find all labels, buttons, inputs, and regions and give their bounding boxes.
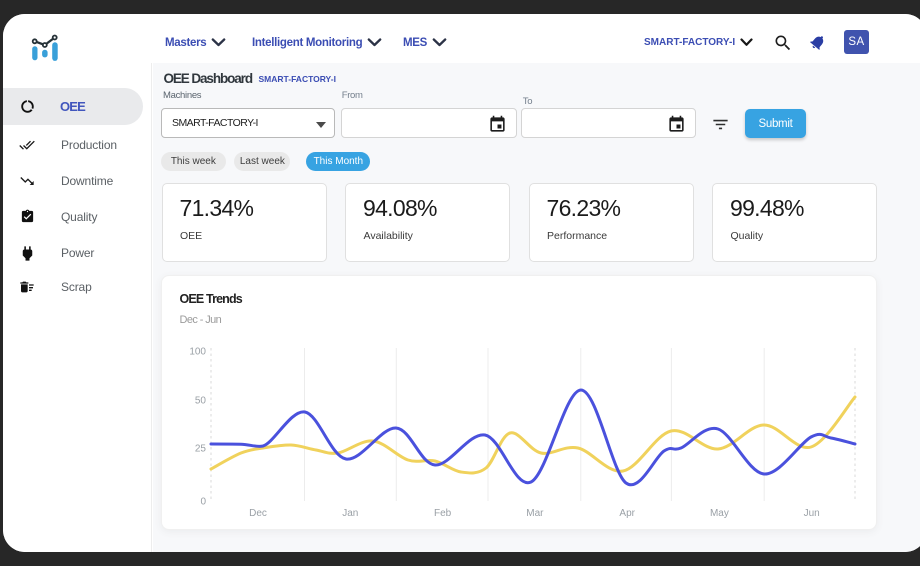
svg-text:Dec: Dec [249,508,267,519]
svg-text:Jan: Jan [342,508,358,519]
svg-text:Jun: Jun [804,508,820,519]
svg-text:Apr: Apr [619,508,635,519]
svg-text:25: 25 [195,444,207,455]
svg-text:Feb: Feb [434,508,452,519]
svg-text:Mar: Mar [526,508,544,519]
svg-text:100: 100 [189,347,206,358]
svg-text:50: 50 [195,396,207,407]
svg-text:0: 0 [200,497,206,508]
svg-text:May: May [710,508,729,519]
